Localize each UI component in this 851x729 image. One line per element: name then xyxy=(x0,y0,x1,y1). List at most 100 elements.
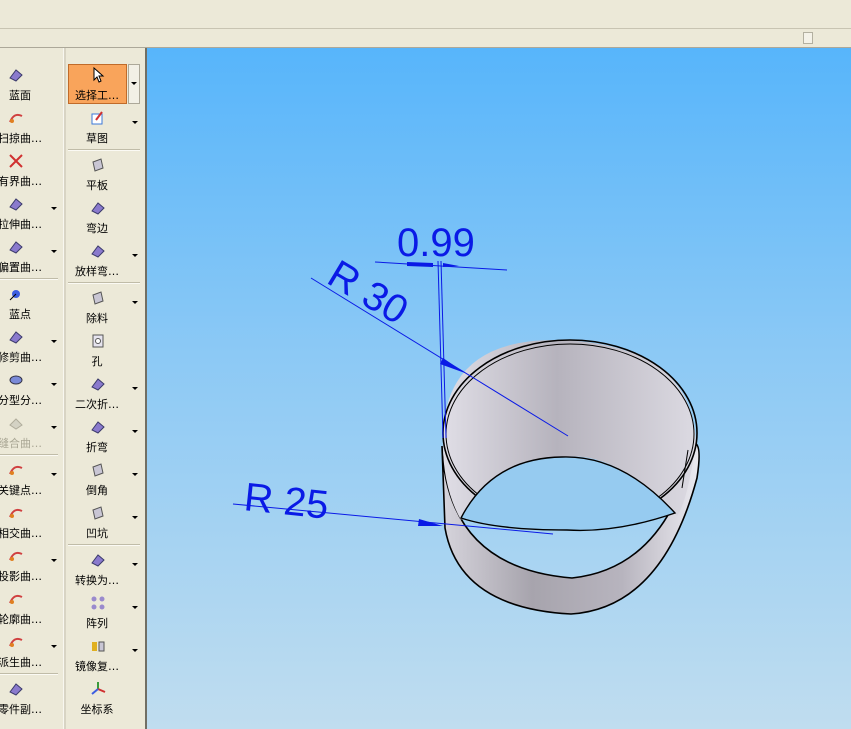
tab-plate-icon xyxy=(90,157,106,173)
tool-keypoint-curve[interactable]: 关键点… xyxy=(0,457,62,500)
cutout-icon xyxy=(90,290,106,306)
tool-label: 弯边 xyxy=(86,222,108,235)
toolbar-group-separator xyxy=(68,544,140,546)
chevron-down-icon[interactable] xyxy=(51,645,57,648)
chevron-down-icon[interactable] xyxy=(132,121,138,124)
tool-hole[interactable]: 孔 xyxy=(66,328,143,371)
tool-coordinate-system[interactable]: 坐标系 xyxy=(66,676,143,719)
scroll-thumb[interactable] xyxy=(803,32,813,44)
tool-select-cursor[interactable]: 选择工… xyxy=(66,62,143,105)
tool-sketch[interactable]: 草图 xyxy=(66,105,143,148)
tool-derived-curve[interactable]: 派生曲… xyxy=(0,629,62,672)
derived-curve-icon xyxy=(8,634,24,650)
dimension-thickness-label: 0.99 xyxy=(397,221,475,265)
jog-icon xyxy=(90,376,106,392)
extrude-surface-icon xyxy=(8,196,24,212)
tool-project-curve[interactable]: 投影曲… xyxy=(0,543,62,586)
chevron-down-icon[interactable] xyxy=(51,383,57,386)
select-cursor-icon xyxy=(90,66,106,83)
tool-label: 折弯 xyxy=(86,441,108,454)
chevron-down-icon[interactable] xyxy=(51,426,57,429)
bounded-surface-icon xyxy=(8,153,24,169)
chevron-down-icon[interactable] xyxy=(132,473,138,476)
convert-icon xyxy=(90,552,106,568)
chevron-down-icon[interactable] xyxy=(51,250,57,253)
tool-label: 投影曲… xyxy=(0,570,42,583)
tool-label: 偏置曲… xyxy=(0,261,42,274)
chevron-down-icon[interactable] xyxy=(132,387,138,390)
tool-cutout[interactable]: 除料 xyxy=(66,285,143,328)
chamfer-icon xyxy=(90,462,106,478)
tool-label: 相交曲… xyxy=(0,527,42,540)
sketch-icon xyxy=(90,110,106,126)
dimple-icon xyxy=(90,505,106,521)
tool-label: 缝合曲… xyxy=(0,437,42,450)
tool-extrude-surface[interactable]: 拉伸曲… xyxy=(0,191,62,234)
chevron-down-icon[interactable] xyxy=(132,563,138,566)
tool-convert[interactable]: 转换为… xyxy=(66,547,143,590)
tool-label: 阵列 xyxy=(86,617,108,630)
tool-label: 草图 xyxy=(86,132,108,145)
project-curve-icon xyxy=(8,548,24,564)
tool-label: 选择工… xyxy=(75,89,119,102)
chevron-down-icon[interactable] xyxy=(51,340,57,343)
toolbar-group-separator xyxy=(0,278,58,280)
tool-offset-surface[interactable]: 偏置曲… xyxy=(0,234,62,277)
tool-bend[interactable]: 折弯 xyxy=(66,414,143,457)
tool-blue-point[interactable]: 蓝点 xyxy=(0,281,62,324)
toolbar-group-separator xyxy=(0,454,58,456)
tool-tab-plate[interactable]: 平板 xyxy=(66,152,143,195)
tool-pattern[interactable]: 阵列 xyxy=(66,590,143,633)
chevron-down-icon[interactable] xyxy=(51,207,57,210)
tool-blue-surface[interactable]: 蓝面 xyxy=(0,62,62,105)
parting-icon xyxy=(8,372,24,388)
graphics-viewport[interactable]: 0.99 R 30 R 25 xyxy=(147,48,851,729)
tool-label: 拉伸曲… xyxy=(0,218,42,231)
chevron-down-icon[interactable] xyxy=(132,649,138,652)
tool-mirror-copy[interactable]: 镜像复… xyxy=(66,633,143,676)
chevron-down-icon[interactable] xyxy=(131,82,137,85)
tool-label: 扫掠曲… xyxy=(0,132,42,145)
surfacing-toolbar: 蓝面扫掠曲… 有界曲… 拉伸曲… 偏置曲… 蓝点修剪曲… 分型分… 缝合曲… 关键点… 相交曲…… xyxy=(0,48,62,729)
tool-lofted-flange[interactable]: 放样弯… xyxy=(66,238,143,281)
trim-surface-icon xyxy=(8,329,24,345)
tool-dimple[interactable]: 凹坑 xyxy=(66,500,143,543)
tool-label: 关键点… xyxy=(0,484,42,497)
tool-label: 放样弯… xyxy=(75,265,119,278)
tool-parting[interactable]: 分型分… xyxy=(0,367,62,410)
tool-stitch-surface[interactable]: 缝合曲… xyxy=(0,410,62,453)
tool-label: 凹坑 xyxy=(86,527,108,540)
chevron-down-icon[interactable] xyxy=(132,430,138,433)
tool-label: 修剪曲… xyxy=(0,351,42,364)
tool-jog[interactable]: 二次折… xyxy=(66,371,143,414)
tool-label: 零件副… xyxy=(0,703,42,716)
tool-contour-curve[interactable]: 轮廓曲… xyxy=(0,586,62,629)
tool-label: 转换为… xyxy=(75,574,119,587)
model-view[interactable]: 0.99 R 30 R 25 xyxy=(147,48,851,729)
pattern-icon xyxy=(90,595,106,611)
tool-bounded-surface[interactable]: 有界曲… xyxy=(0,148,62,191)
tool-label: 除料 xyxy=(86,312,108,325)
tool-label: 分型分… xyxy=(0,394,42,407)
chevron-down-icon[interactable] xyxy=(51,559,57,562)
flange-icon xyxy=(90,200,106,216)
chevron-down-icon[interactable] xyxy=(51,473,57,476)
intersect-curve-icon xyxy=(8,505,24,521)
tool-label: 倒角 xyxy=(86,484,108,497)
bend-icon xyxy=(90,419,106,435)
chevron-down-icon[interactable] xyxy=(132,301,138,304)
stitch-surface-icon xyxy=(8,415,24,431)
chevron-down-icon[interactable] xyxy=(132,606,138,609)
coordinate-system-icon xyxy=(90,681,106,697)
tool-part-copy[interactable]: 零件副… xyxy=(0,676,62,719)
tool-trim-surface[interactable]: 修剪曲… xyxy=(0,324,62,367)
title-area xyxy=(0,0,851,29)
tool-chamfer[interactable]: 倒角 xyxy=(66,457,143,500)
command-bar: 蓝面扫掠曲… 有界曲… 拉伸曲… 偏置曲… 蓝点修剪曲… 分型分… 缝合曲… 关键点… 相交曲…… xyxy=(0,48,147,729)
tool-flange[interactable]: 弯边 xyxy=(66,195,143,238)
tool-sweep-surface[interactable]: 扫掠曲… xyxy=(0,105,62,148)
tool-intersect-curve[interactable]: 相交曲… xyxy=(0,500,62,543)
chevron-down-icon[interactable] xyxy=(132,516,138,519)
chevron-down-icon[interactable] xyxy=(132,254,138,257)
lofted-flange-icon xyxy=(90,243,106,259)
